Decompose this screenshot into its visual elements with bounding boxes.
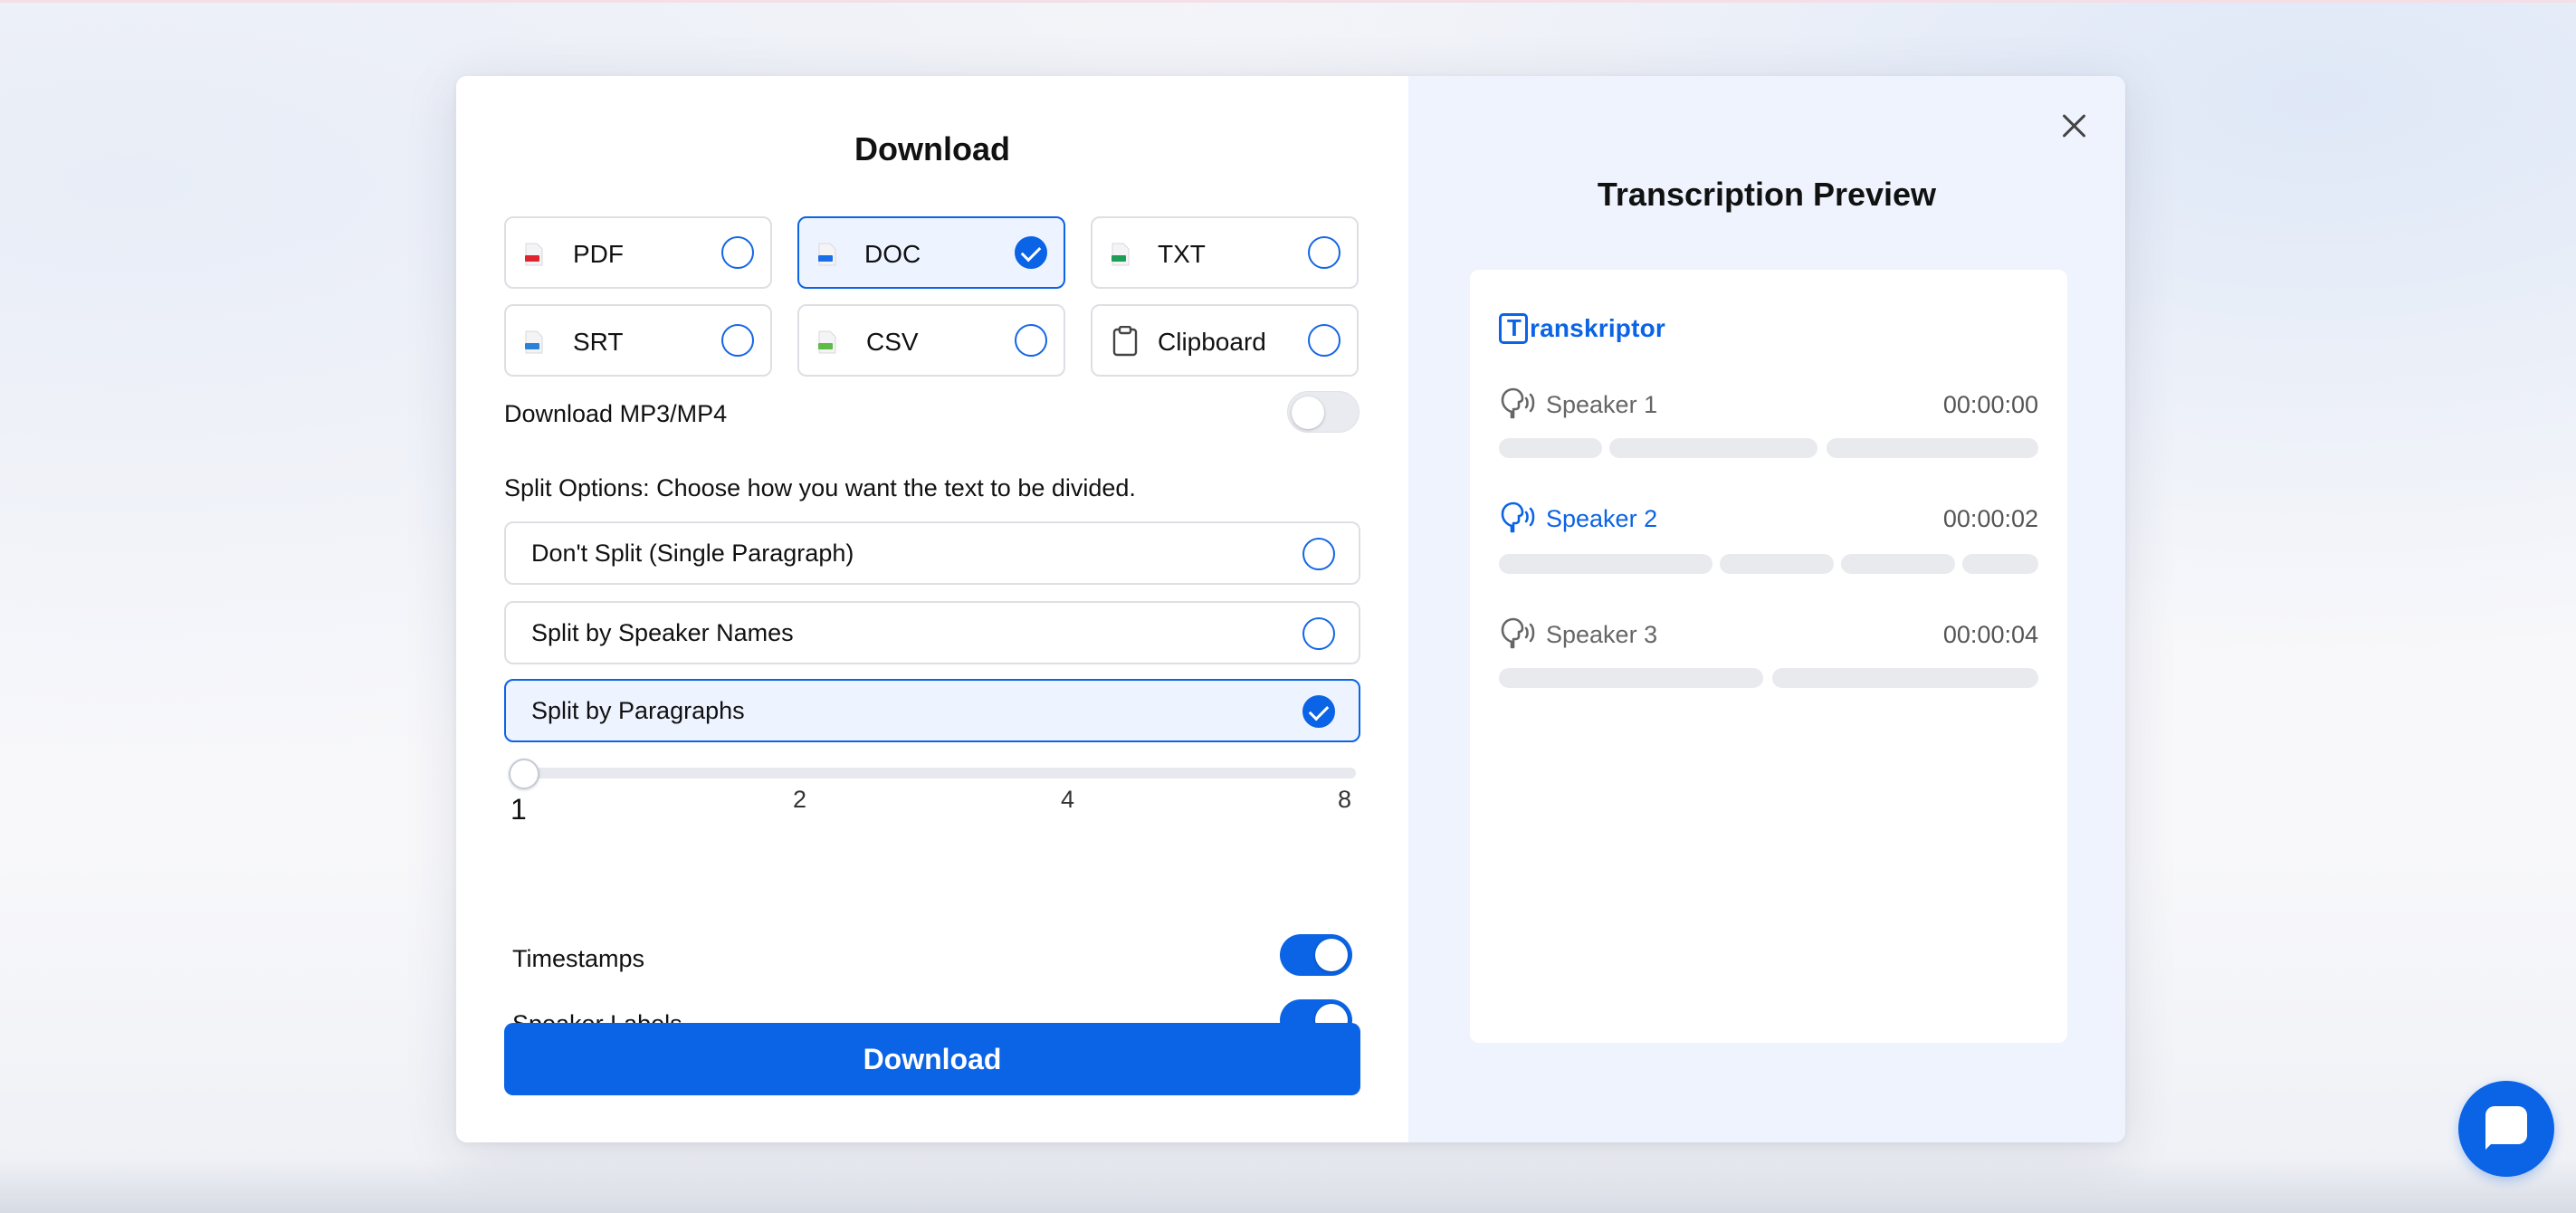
timestamps-label: Timestamps — [512, 945, 645, 972]
split-option-label: Split by Speaker Names — [531, 619, 794, 646]
srt-file-icon — [525, 330, 543, 354]
speaker-timestamp: 00:00:02 — [1942, 505, 2038, 532]
chat-support-button[interactable] — [2458, 1081, 2554, 1177]
split-radio[interactable] — [1302, 538, 1335, 570]
text-placeholder-bar — [1772, 668, 2038, 688]
toggle-knob — [1315, 939, 1348, 971]
speaker-name: Speaker 3 — [1546, 621, 1658, 648]
format-option-clipboard[interactable]: Clipboard — [1091, 304, 1359, 377]
media-download-toggle[interactable] — [1287, 391, 1360, 433]
split-radio-checked[interactable] — [1302, 695, 1335, 728]
format-radio[interactable] — [721, 236, 754, 269]
text-placeholder-bar — [1609, 438, 1818, 458]
speaker-voice-icon — [1501, 387, 1535, 419]
txt-file-icon — [1111, 243, 1130, 266]
text-placeholder-bar — [1499, 554, 1713, 574]
format-label: TXT — [1158, 240, 1206, 268]
preview-speaker-row-active: Speaker 2 00:00:02 — [1499, 501, 2038, 538]
paragraph-size-slider-thumb[interactable] — [509, 759, 539, 789]
format-option-doc[interactable]: DOC — [797, 216, 1065, 289]
pdf-file-icon — [525, 243, 543, 266]
brand-logo: ranskriptor — [1499, 313, 1665, 344]
preview-card: ranskriptor Speaker 1 00:00:00 — [1470, 270, 2067, 1043]
clipboard-icon — [1112, 326, 1138, 357]
split-option-label: Don't Split (Single Paragraph) — [531, 540, 854, 567]
timestamps-toggle[interactable] — [1280, 934, 1352, 976]
brand-logo-mark-icon — [1499, 313, 1528, 344]
text-placeholder-bar — [1499, 438, 1602, 458]
doc-file-icon — [818, 243, 836, 266]
format-radio[interactable] — [1015, 324, 1047, 357]
media-toggle-label: Download MP3/MP4 — [504, 400, 728, 427]
format-label: Clipboard — [1158, 328, 1266, 356]
split-radio[interactable] — [1302, 617, 1335, 650]
split-option-none[interactable]: Don't Split (Single Paragraph) — [504, 521, 1360, 585]
text-placeholder-bar — [1962, 554, 2038, 574]
speaker-name: Speaker 1 — [1546, 391, 1658, 418]
split-option-paragraphs[interactable]: Split by Paragraphs — [504, 679, 1360, 742]
speaker-timestamp: 00:00:00 — [1942, 391, 2038, 418]
brand-name: ranskriptor — [1530, 314, 1666, 342]
chat-bubble-tail — [2485, 1137, 2498, 1150]
download-dialog: Download PDF DOC TXT SRT CSV Clipboard D… — [456, 76, 2125, 1142]
format-radio[interactable] — [721, 324, 754, 357]
split-option-speaker-names[interactable]: Split by Speaker Names — [504, 601, 1360, 664]
text-placeholder-bars — [1499, 554, 2038, 574]
slider-tick-label: 1 — [510, 793, 527, 826]
format-label: DOC — [864, 240, 921, 268]
preview-title: Transcription Preview — [1597, 176, 1937, 213]
speaker-timestamp: 00:00:04 — [1942, 621, 2038, 648]
slider-tick-label: 2 — [793, 786, 807, 813]
toggle-knob — [1292, 396, 1324, 429]
format-label: PDF — [573, 240, 624, 268]
text-placeholder-bar — [1841, 554, 1955, 574]
format-option-srt[interactable]: SRT — [504, 304, 772, 377]
top-accent-line — [0, 0, 2576, 3]
split-option-label: Split by Paragraphs — [531, 697, 745, 724]
dialog-title: Download — [854, 130, 1010, 167]
speaker-name: Speaker 2 — [1546, 505, 1658, 532]
text-placeholder-bar — [1720, 554, 1834, 574]
preview-speaker-row: Speaker 3 00:00:04 — [1499, 617, 2038, 654]
speaker-voice-icon — [1501, 617, 1535, 649]
slider-tick-label: 4 — [1061, 786, 1075, 813]
text-placeholder-bar — [1827, 438, 2038, 458]
transcription-preview-panel: Transcription Preview ranskriptor Speake… — [1408, 76, 2125, 1142]
text-placeholder-bars — [1499, 668, 2038, 688]
download-button[interactable]: Download — [504, 1023, 1360, 1095]
paragraph-size-slider-track[interactable] — [509, 768, 1356, 778]
format-label: CSV — [866, 328, 919, 356]
format-radio[interactable] — [1308, 236, 1340, 269]
format-option-csv[interactable]: CSV — [797, 304, 1065, 377]
slider-tick-label: 8 — [1338, 786, 1352, 813]
format-radio[interactable] — [1308, 324, 1340, 357]
format-label: SRT — [573, 328, 624, 356]
format-radio-checked[interactable] — [1015, 236, 1047, 269]
background-glow — [0, 1159, 2576, 1213]
download-options-panel: Download PDF DOC TXT SRT CSV Clipboard D… — [456, 76, 1408, 1142]
csv-file-icon — [818, 330, 836, 354]
preview-speaker-row: Speaker 1 00:00:00 — [1499, 387, 2038, 424]
split-options-heading: Split Options: Choose how you want the t… — [504, 474, 1136, 501]
close-icon[interactable] — [2058, 110, 2089, 141]
format-option-pdf[interactable]: PDF — [504, 216, 772, 289]
format-option-txt[interactable]: TXT — [1091, 216, 1359, 289]
speaker-voice-icon — [1501, 501, 1535, 533]
text-placeholder-bars — [1499, 438, 2038, 458]
text-placeholder-bar — [1499, 668, 1763, 688]
